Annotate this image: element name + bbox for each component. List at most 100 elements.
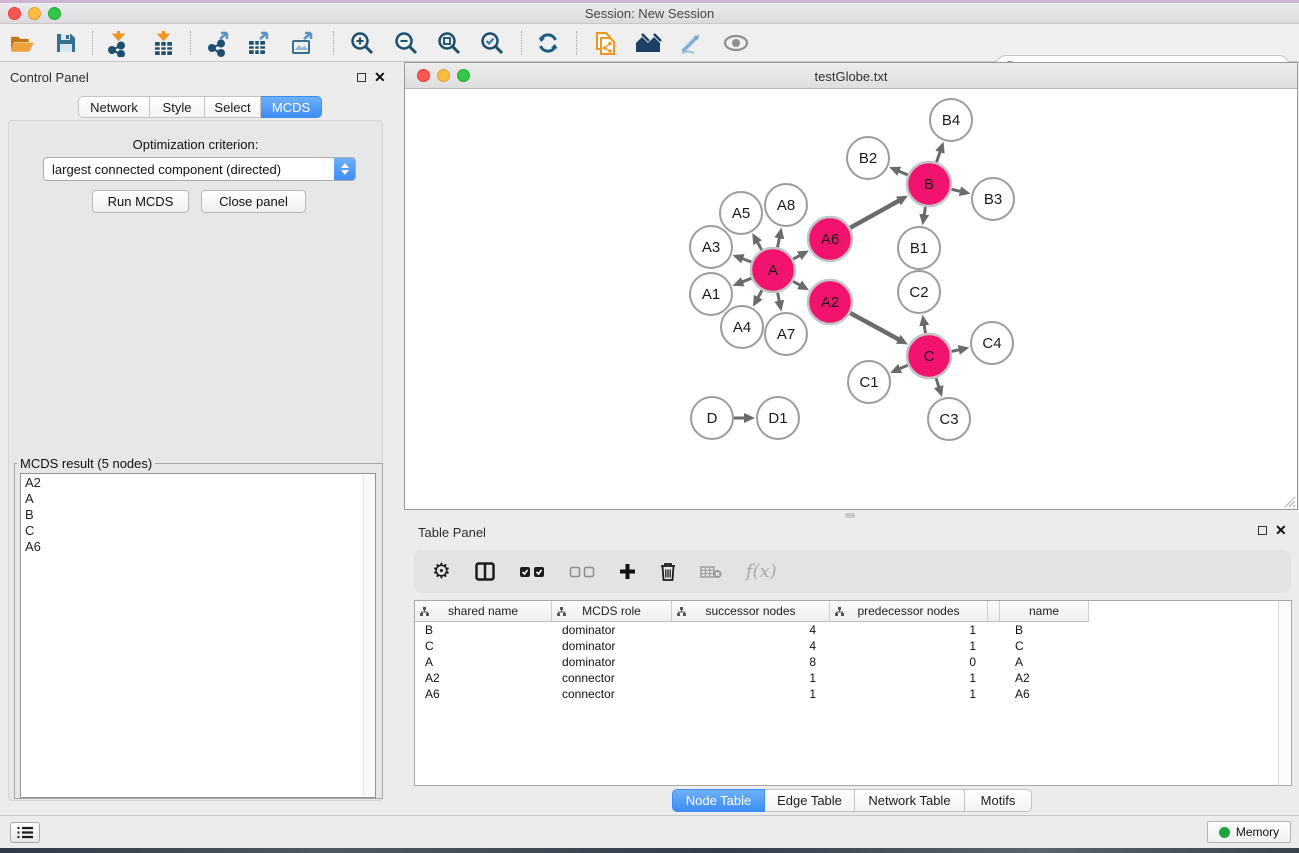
open-session-icon[interactable] (8, 29, 36, 57)
tab-select[interactable]: Select (205, 96, 261, 118)
graph-edge-b-b2[interactable] (897, 171, 907, 175)
graph-edge-a2-c[interactable] (850, 313, 900, 340)
node-table[interactable]: shared nameMCDS rolesuccessor nodesprede… (414, 600, 1292, 786)
tab-style[interactable]: Style (150, 96, 205, 118)
graph-node-a8[interactable]: A8 (765, 184, 807, 226)
optimization-criterion-dropdown[interactable]: largest connected component (directed) (43, 157, 356, 181)
close-panel-button[interactable]: Close panel (201, 190, 306, 213)
table-scrollbar[interactable] (1278, 601, 1291, 785)
network-graph[interactable]: B4B2BB3B1A5A8A3AA1A4A7A6A2C2CC4C1C3DD1 (405, 89, 1297, 509)
graph-node-b4[interactable]: B4 (930, 99, 972, 141)
graph-node-c4[interactable]: C4 (971, 322, 1013, 364)
first-neighbors-icon[interactable] (634, 29, 662, 57)
close-panel-icon[interactable]: ✕ (374, 72, 386, 82)
graph-node-a4[interactable]: A4 (721, 306, 763, 348)
select-all-columns-icon[interactable] (519, 566, 545, 578)
table-row[interactable]: A6connector11A6 (415, 686, 1291, 702)
graph-node-a1[interactable]: A1 (690, 273, 732, 315)
graph-node-c3[interactable]: C3 (928, 398, 970, 440)
column-header-shared-name[interactable]: shared name (415, 601, 552, 622)
graph-edge-a-a4[interactable] (757, 290, 762, 299)
import-table-icon[interactable] (149, 29, 177, 57)
show-all-eye-icon[interactable] (722, 29, 750, 57)
column-header-successor-nodes[interactable]: successor nodes (672, 601, 830, 622)
mcds-result-item[interactable]: A2 (25, 475, 371, 491)
table-row[interactable]: A2connector11A2 (415, 670, 1291, 686)
graph-edge-a6-b[interactable] (850, 200, 900, 228)
graph-edge-b-b4[interactable] (936, 150, 940, 162)
tab-mcds[interactable]: MCDS (261, 96, 322, 118)
add-column-icon[interactable] (619, 563, 636, 580)
deselect-all-columns-icon[interactable] (569, 566, 595, 578)
status-menu-button[interactable] (10, 822, 40, 843)
graph-edge-a-a8[interactable] (778, 236, 780, 247)
graph-edge-c-c4[interactable] (952, 349, 961, 351)
run-mcds-button[interactable]: Run MCDS (92, 190, 189, 213)
graph-edge-c-c2[interactable] (924, 324, 926, 334)
mcds-result-item[interactable]: A6 (25, 539, 371, 555)
save-session-icon[interactable] (52, 29, 80, 57)
zoom-out-icon[interactable] (392, 29, 420, 57)
tab-network[interactable]: Network (78, 96, 150, 118)
export-image-icon[interactable] (288, 29, 316, 57)
table-options-gear-icon[interactable]: ⚙ (432, 559, 451, 584)
graph-edge-a-a7[interactable] (778, 293, 780, 303)
graph-edge-c-c1[interactable] (898, 365, 908, 369)
graph-node-b2[interactable]: B2 (847, 137, 889, 179)
table-row[interactable]: Bdominator41B (415, 622, 1291, 638)
graph-node-b[interactable]: B (907, 162, 951, 206)
float-panel-icon[interactable] (357, 73, 366, 82)
graph-edge-a-a6[interactable] (793, 255, 801, 259)
graph-node-a3[interactable]: A3 (690, 226, 732, 268)
graph-edge-a-a3[interactable] (741, 258, 751, 262)
table-row[interactable]: Adominator80A (415, 654, 1291, 670)
show-columns-icon[interactable] (475, 562, 495, 581)
hide-selected-icon[interactable] (676, 29, 704, 57)
delete-column-icon[interactable] (660, 562, 676, 581)
graph-edge-a-a5[interactable] (757, 241, 762, 250)
float-table-panel-icon[interactable] (1258, 526, 1267, 535)
mcds-result-list[interactable]: A2ABCA6 (20, 473, 376, 798)
graph-node-c2[interactable]: C2 (898, 271, 940, 313)
column-header-name[interactable]: name (1000, 601, 1089, 622)
graph-node-c1[interactable]: C1 (848, 361, 890, 403)
graph-edge-b-b1[interactable] (924, 207, 926, 217)
network-canvas[interactable]: B4B2BB3B1A5A8A3AA1A4A7A6A2C2CC4C1C3DD1 (405, 89, 1297, 509)
graph-node-a5[interactable]: A5 (720, 192, 762, 234)
graph-node-d1[interactable]: D1 (757, 397, 799, 439)
panel-divider-grip[interactable] (845, 513, 855, 518)
export-table-icon[interactable] (244, 29, 272, 57)
zoom-fit-icon[interactable] (435, 29, 463, 57)
graph-node-c[interactable]: C (907, 334, 951, 378)
mcds-result-item[interactable]: C (25, 523, 371, 539)
memory-button[interactable]: Memory (1207, 821, 1291, 843)
tab-node-table[interactable]: Node Table (672, 789, 765, 812)
graph-node-a2[interactable]: A2 (808, 280, 852, 324)
table-row[interactable]: Cdominator41C (415, 638, 1291, 654)
tab-network-table[interactable]: Network Table (855, 789, 965, 812)
tab-motifs[interactable]: Motifs (965, 789, 1032, 812)
export-network-icon[interactable] (204, 29, 232, 57)
graph-edge-a-a2[interactable] (793, 281, 801, 286)
mcds-result-item[interactable]: B (25, 507, 371, 523)
graph-node-a7[interactable]: A7 (765, 313, 807, 355)
graph-node-b3[interactable]: B3 (972, 178, 1014, 220)
graph-node-b1[interactable]: B1 (898, 227, 940, 269)
graph-edge-c-c3[interactable] (936, 378, 939, 389)
import-network-icon[interactable] (104, 29, 132, 57)
zoom-in-icon[interactable] (348, 29, 376, 57)
refresh-icon[interactable] (534, 29, 562, 57)
graph-edge-b-b3[interactable] (951, 189, 961, 191)
close-table-panel-icon[interactable]: ✕ (1275, 525, 1287, 535)
tab-edge-table[interactable]: Edge Table (765, 789, 855, 812)
resize-grip-icon[interactable] (1283, 495, 1296, 508)
graph-edge-a-a1[interactable] (741, 278, 752, 282)
mcds-result-item[interactable]: A (25, 491, 371, 507)
clone-network-icon[interactable] (591, 29, 619, 57)
mcds-list-scrollbar[interactable] (363, 475, 374, 796)
zoom-selected-icon[interactable] (478, 29, 506, 57)
column-header-predecessor-nodes[interactable]: predecessor nodes (830, 601, 988, 622)
graph-node-a6[interactable]: A6 (808, 217, 852, 261)
graph-node-d[interactable]: D (691, 397, 733, 439)
column-header-mcds-role[interactable]: MCDS role (552, 601, 672, 622)
